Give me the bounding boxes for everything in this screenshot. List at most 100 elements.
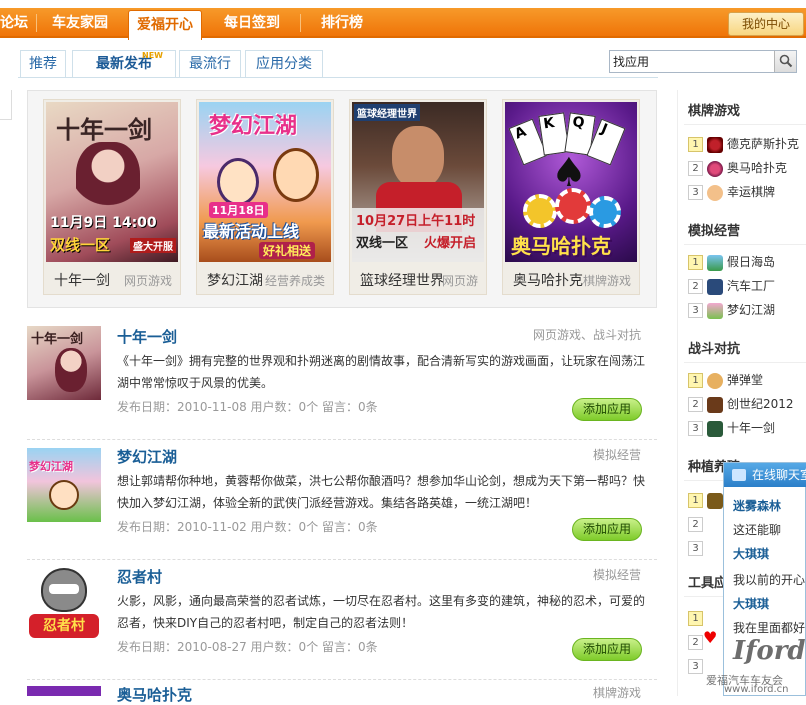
sidebar-section-title: 模拟经营 [688,224,741,239]
add-app-button[interactable]: 添加应用 [572,518,642,541]
chat-username[interactable]: 迷雾森林 [733,497,781,514]
chat-username[interactable]: 大琪琪 [733,595,769,612]
list-item: 忍者村 忍者村 模拟经营 火影，风影，通向最高荣誉的忍者试炼，一切尽在忍者村。这… [27,566,657,686]
app-thumbnail[interactable]: 梦幻江湖 [27,448,101,522]
sidebar-rank-item[interactable]: 1 [688,490,727,510]
sidebar-rank-item[interactable]: 2 奥马哈扑克 [688,158,787,178]
app-description: 想让郭靖帮你种地，黄蓉帮你做菜，洪七公帮你酿酒吗？想参加华山论剑，想成为天下第一… [117,474,646,510]
add-app-button[interactable]: 添加应用 [572,638,642,661]
search-button[interactable] [774,51,796,72]
list-item: 奥马哈扑克 棋牌游戏 [27,686,657,704]
featured-category: 网页游戏 [123,274,172,288]
featured-name[interactable]: 奥马哈扑克 [513,270,583,290]
tab-recommend[interactable]: 推荐 [20,50,66,78]
app-meta: 发布日期：2010-11-08 用户数：0个 留言：0条 [117,400,378,414]
poster-image[interactable]: 十年一剑 11月9日 14:00 双线一区 盛大开服 [46,102,178,262]
poster-event: 最新活动上线 [203,222,300,241]
poster-title: 十年一剑 [56,115,152,144]
sidebar-rank-item[interactable]: 2 [688,514,707,534]
thumb-text: 十年一剑 [31,332,84,347]
app-thumbnail[interactable]: 十年一剑 [27,326,101,400]
poster-title: 奥马哈扑克 [511,234,611,258]
poster-title: 篮球经理世界 [354,104,420,121]
featured-name[interactable]: 十年一剑 [54,270,110,290]
app-title-link[interactable]: 十年一剑 [117,326,177,347]
chat-room-header[interactable]: 在线聊天室 [724,463,806,487]
nav-car-club[interactable]: 车友家园 [42,8,118,38]
my-center-button[interactable]: 我的中心 [728,12,804,36]
app-category: 模拟经营 [592,448,641,462]
app-title-link[interactable]: 梦幻江湖 [117,446,177,467]
featured-card[interactable]: 十年一剑 11月9日 14:00 双线一区 盛大开服 十年一剑 网页游戏 [43,99,181,295]
featured-category: 经营养成类 [264,274,325,288]
poster-tag: 盛大开服 [130,238,176,253]
factory-icon [707,278,723,295]
watermark-url: www.iford.cn [724,684,789,695]
chat-message: 这还能聊 [733,523,782,537]
sidebar-rank-item[interactable]: 3 [688,538,707,558]
poster-server: 双线一区 [356,236,409,251]
poster-tag: 火爆开启 [424,236,477,251]
sidebar-rank-item[interactable]: 1 德克萨斯扑克 [688,134,799,154]
face-icon [707,184,723,201]
featured-apps: 十年一剑 11月9日 14:00 双线一区 盛大开服 十年一剑 网页游戏 梦幻江… [27,90,657,308]
featured-card[interactable]: 篮球经理世界 10月27日上午11时 双线一区 火爆开启 篮球经理世界 网页游 [349,99,487,295]
app-thumbnail[interactable] [27,686,101,696]
app-title-link[interactable]: 忍者村 [117,566,162,587]
sidebar-rank-item[interactable]: 3 幸运棋牌 [688,182,775,202]
sidebar-rank-item[interactable]: 3 十年一剑 [688,418,775,438]
poster-image[interactable]: 梦幻江湖 11月18日 最新活动上线 好礼相送 [199,102,331,262]
app-description: 《十年一剑》拥有完整的世界观和扑朔迷离的剧情故事，配合清新写实的游戏画面，让玩家… [117,354,646,390]
sword-icon [707,420,723,437]
add-app-button[interactable]: 添加应用 [572,398,642,421]
chat-message: 我在里面都好 [733,621,806,635]
poster-server: 双线一区 [50,236,111,254]
app-meta: 发布日期：2010-08-27 用户数：0个 留言：0条 [117,640,378,654]
sidebar-rank-item[interactable]: 2 创世纪2012 [688,394,794,414]
app-category: 模拟经营 [592,568,641,582]
poster-title: 梦幻江湖 [209,114,298,139]
app-title-link[interactable]: 奥马哈扑克 [117,684,192,705]
left-panel-edge [0,90,12,120]
tab-popular[interactable]: 最流行 [179,50,241,78]
thumb-text: 忍者村 [29,614,99,638]
poker-chip-icon [707,160,723,177]
nav-forum[interactable]: 论坛 [0,8,30,38]
game-icon [707,396,723,413]
app-meta: 发布日期：2010-11-02 用户数：0个 留言：0条 [117,520,378,534]
nav-aifu-happy[interactable]: 爱福开心 [128,10,202,40]
game-icon [707,302,723,319]
featured-card[interactable]: A K Q J ♠ 奥马哈扑克 奥马哈扑克 棋牌游戏 [502,99,640,295]
featured-card[interactable]: 梦幻江湖 11月18日 最新活动上线 好礼相送 梦幻江湖 经营养成类 [196,99,334,295]
tab-categories[interactable]: 应用分类 [245,50,323,78]
poster-date: 11月9日 14:00 [50,215,157,231]
heart-icon: ♥ [703,628,718,647]
character-icon [707,372,723,389]
new-badge: NEW [142,51,163,60]
poster-image[interactable]: 篮球经理世界 10月27日上午11时 双线一区 火爆开启 [352,102,484,262]
featured-name[interactable]: 梦幻江湖 [207,270,263,290]
poker-chip-icon [707,136,723,153]
nav-ranking[interactable]: 排行榜 [308,8,376,38]
sidebar-rank-item[interactable]: 3 [688,656,707,676]
poster-image[interactable]: A K Q J ♠ 奥马哈扑克 [505,102,637,262]
chat-username[interactable]: 大琪琪 [733,545,769,562]
list-item: 梦幻江湖 梦幻江湖 模拟经营 想让郭靖帮你种地，黄蓉帮你做菜，洪七公帮你酿酒吗？… [27,446,657,566]
app-category: 棋牌游戏 [592,686,641,700]
chat-bubble-icon [732,469,746,481]
app-thumbnail[interactable]: 忍者村 [27,566,101,640]
poster-date: 10月27日上午11时 [356,214,476,229]
sidebar-rank-item[interactable]: 1 弹弹堂 [688,370,763,390]
watermark-logo: Iford [733,636,806,666]
featured-name[interactable]: 篮球经理世界 [360,270,444,290]
sidebar-rank-item[interactable]: 1 假日海岛 [688,252,775,272]
sidebar-rank-item[interactable]: 1 [688,608,707,628]
nav-daily-checkin[interactable]: 每日签到 [214,8,290,38]
app-description: 火影，风影，通向最高荣誉的忍者试炼，一切尽在忍者村。这里有多变的建筑，神秘的忍术… [117,594,646,630]
island-icon [707,254,723,271]
search-input[interactable] [610,51,774,72]
sidebar-section-title: 战斗对抗 [688,342,741,357]
sidebar-rank-item[interactable]: 3 梦幻江湖 [688,300,775,320]
sidebar-rank-item[interactable]: 2 汽车工厂 [688,276,775,296]
featured-category: 棋牌游戏 [582,274,631,288]
